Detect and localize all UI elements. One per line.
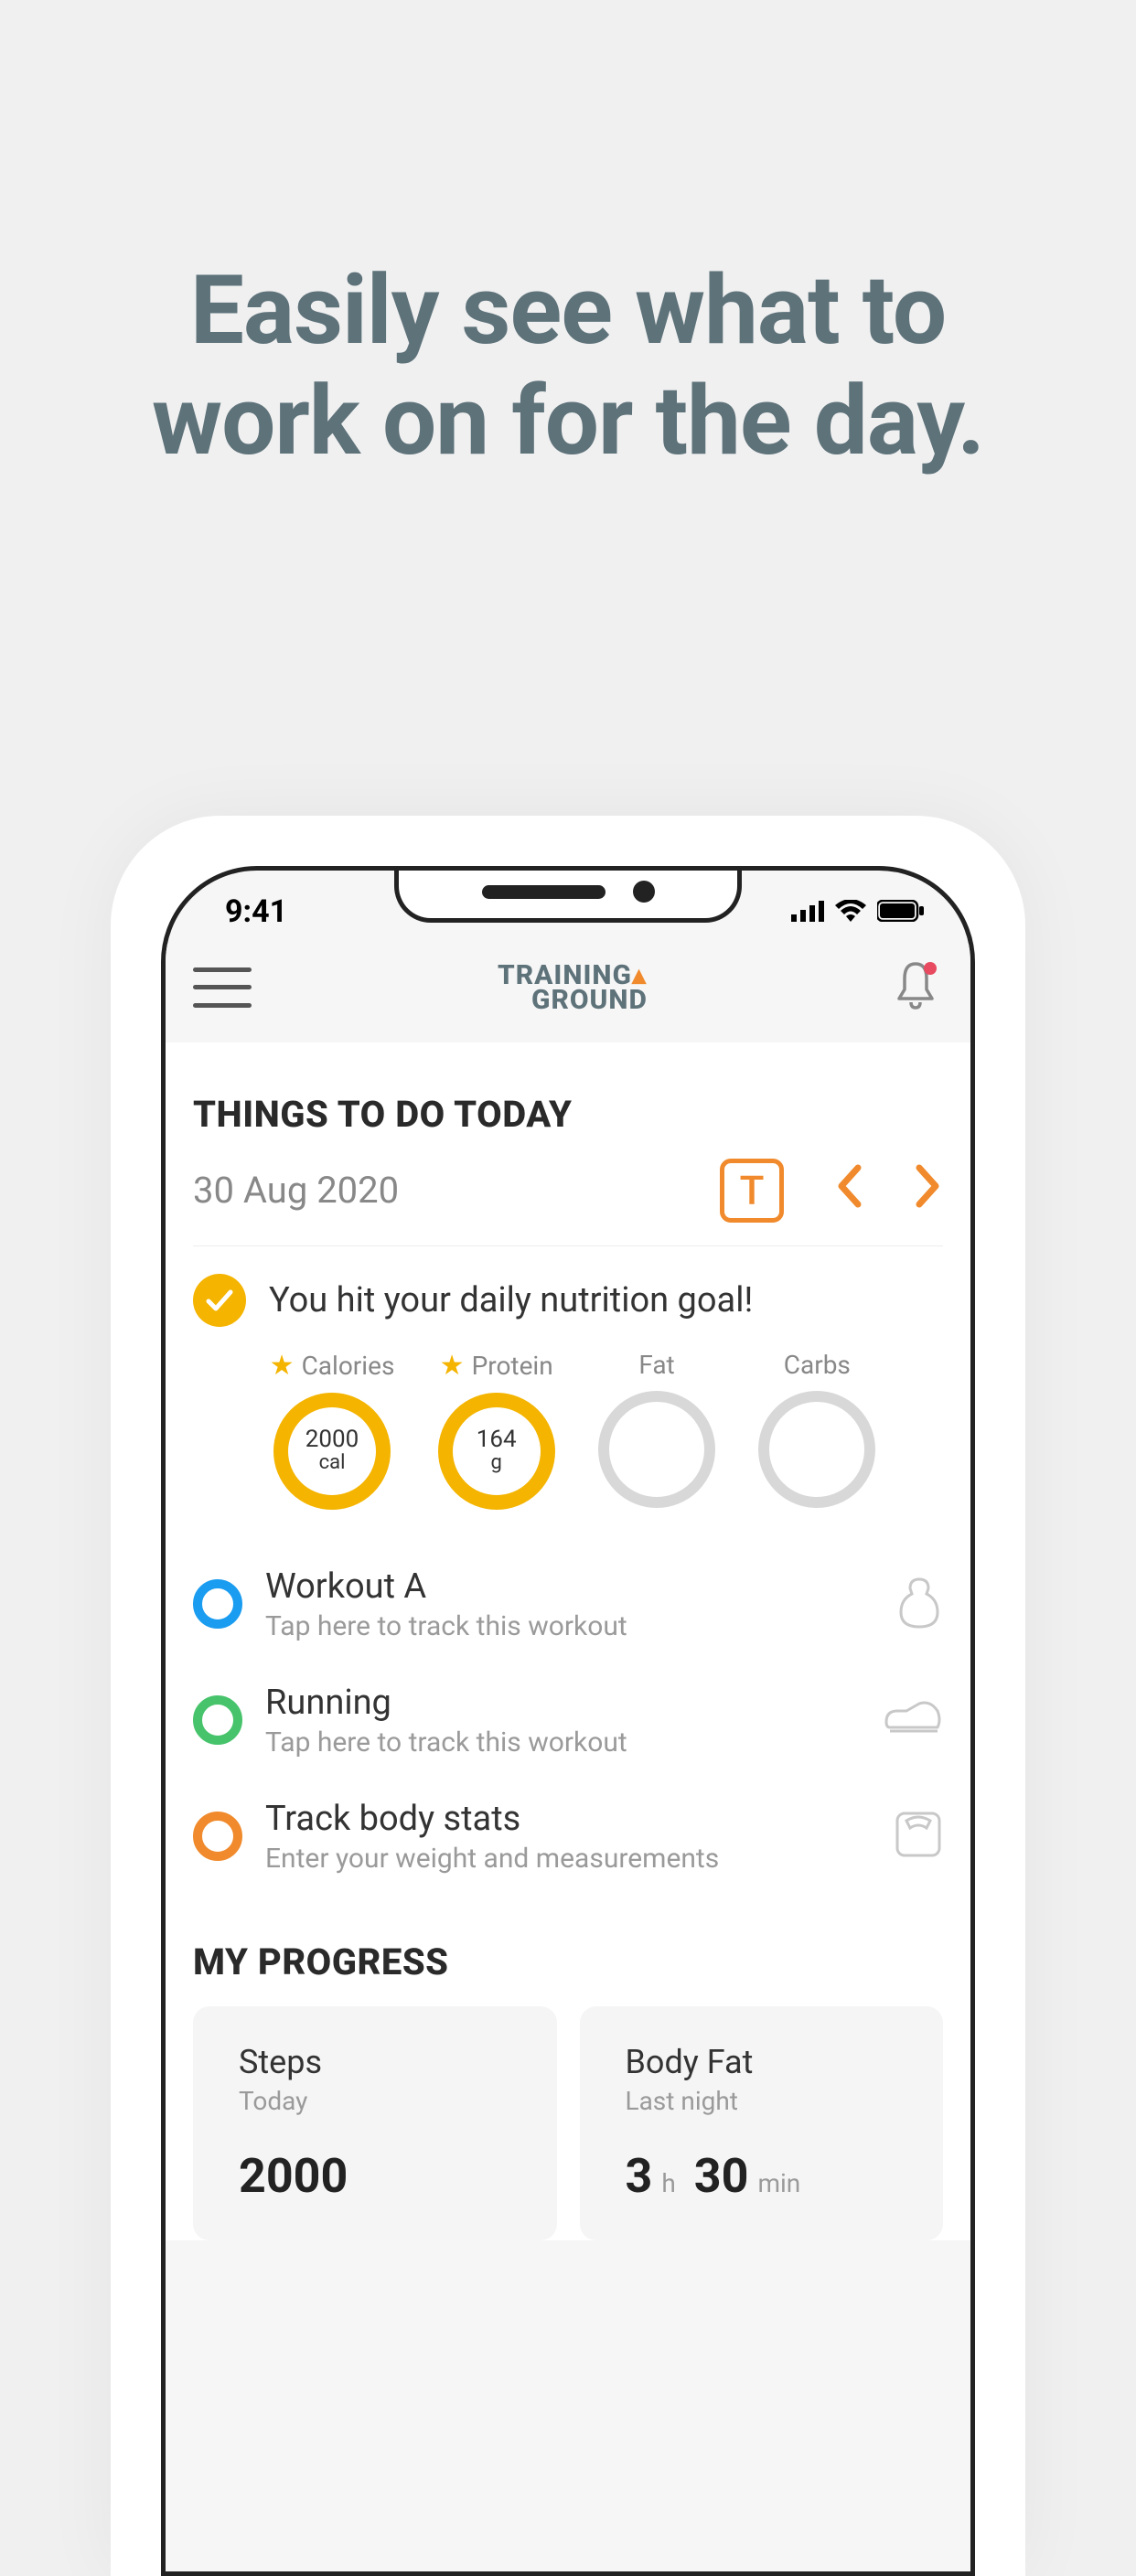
prev-day-button[interactable] <box>834 1160 863 1221</box>
phone-frame: 9:41 TRAINING▴ GROUND <box>111 816 1025 2576</box>
task-subtitle: Tap here to track this workout <box>265 1726 860 1758</box>
chevron-right-icon <box>914 1164 943 1208</box>
status-time: 9:41 <box>225 893 287 930</box>
star-icon: ★ <box>270 1350 295 1382</box>
macro-label: Calories <box>302 1351 395 1381</box>
macro-label: Carbs <box>784 1350 851 1380</box>
task-body-stats[interactable]: Track body stats Enter your weight and m… <box>193 1779 943 1895</box>
date-selector: 30 Aug 2020 T <box>193 1159 943 1246</box>
chevron-left-icon <box>834 1164 863 1208</box>
macro-unit: cal <box>319 1451 346 1474</box>
task-running[interactable]: Running Tap here to track this workout <box>193 1662 943 1779</box>
macro-fat[interactable]: Fat <box>598 1350 715 1510</box>
today-button[interactable]: T <box>720 1159 784 1223</box>
macro-label: Fat <box>638 1350 674 1380</box>
task-status-circle <box>193 1695 242 1745</box>
macro-value: 2000 <box>305 1427 359 1451</box>
battery-icon <box>877 893 925 930</box>
progress-card-steps[interactable]: Steps Today 2000 <box>193 2006 557 2240</box>
macro-ring: 164 g <box>438 1393 555 1510</box>
progress-section-title: MY PROGRESS <box>193 1940 943 1983</box>
cellular-icon <box>791 893 824 930</box>
progress-cards: Steps Today 2000 Body Fat Last night 3 h… <box>193 2006 943 2240</box>
task-status-circle <box>193 1812 242 1861</box>
card-value: 3 h 30 min <box>626 2148 898 2204</box>
macro-unit: g <box>491 1451 502 1474</box>
card-title: Steps <box>239 2043 511 2081</box>
task-title: Running <box>265 1683 860 1723</box>
logo-line-2: GROUND <box>531 988 648 1012</box>
scale-icon <box>894 1810 943 1863</box>
card-title: Body Fat <box>626 2043 898 2081</box>
task-title: Track body stats <box>265 1799 871 1839</box>
menu-button[interactable] <box>193 967 252 1008</box>
headline-line-1: Easily see what to <box>152 256 984 367</box>
kettlebell-icon <box>895 1576 943 1632</box>
task-title: Workout A <box>265 1566 873 1607</box>
macro-ring <box>598 1391 715 1508</box>
macro-calories[interactable]: ★Calories 2000 cal <box>270 1350 395 1510</box>
macro-carbs[interactable]: Carbs <box>758 1350 875 1510</box>
marketing-headline: Easily see what to work on for the day. <box>152 256 984 477</box>
check-icon <box>193 1274 246 1327</box>
card-value: 2000 <box>239 2148 511 2204</box>
current-date: 30 Aug 2020 <box>193 1169 399 1212</box>
task-workout-a[interactable]: Workout A Tap here to track this workout <box>193 1546 943 1662</box>
macro-label: Protein <box>472 1351 553 1381</box>
nutrition-goal-row[interactable]: You hit your daily nutrition goal! <box>193 1274 943 1327</box>
card-subtitle: Last night <box>626 2086 898 2116</box>
headline-line-2: work on for the day. <box>152 367 984 477</box>
next-day-button[interactable] <box>914 1160 943 1221</box>
progress-card-bodyfat[interactable]: Body Fat Last night 3 h 30 min <box>580 2006 944 2240</box>
task-subtitle: Enter your weight and measurements <box>265 1843 871 1875</box>
macros-row: ★Calories 2000 cal ★Protein 164 g Fat <box>193 1350 943 1546</box>
app-bar: TRAINING▴ GROUND <box>166 944 970 1042</box>
phone-notch <box>394 866 742 923</box>
macro-ring: 2000 cal <box>273 1393 391 1510</box>
task-status-circle <box>193 1579 242 1629</box>
shoe-icon <box>883 1698 943 1742</box>
macro-value: 164 <box>477 1427 517 1451</box>
wifi-icon <box>835 893 866 930</box>
macro-ring <box>758 1391 875 1508</box>
notification-badge <box>924 962 937 975</box>
app-logo: TRAINING▴ GROUND <box>497 963 648 1012</box>
notifications-button[interactable] <box>893 960 938 1015</box>
task-subtitle: Tap here to track this workout <box>265 1610 873 1642</box>
star-icon: ★ <box>440 1350 465 1382</box>
macro-protein[interactable]: ★Protein 164 g <box>438 1350 555 1510</box>
nutrition-goal-text: You hit your daily nutrition goal! <box>269 1280 753 1320</box>
todo-section-title: THINGS TO DO TODAY <box>193 1093 943 1136</box>
card-subtitle: Today <box>239 2086 511 2116</box>
